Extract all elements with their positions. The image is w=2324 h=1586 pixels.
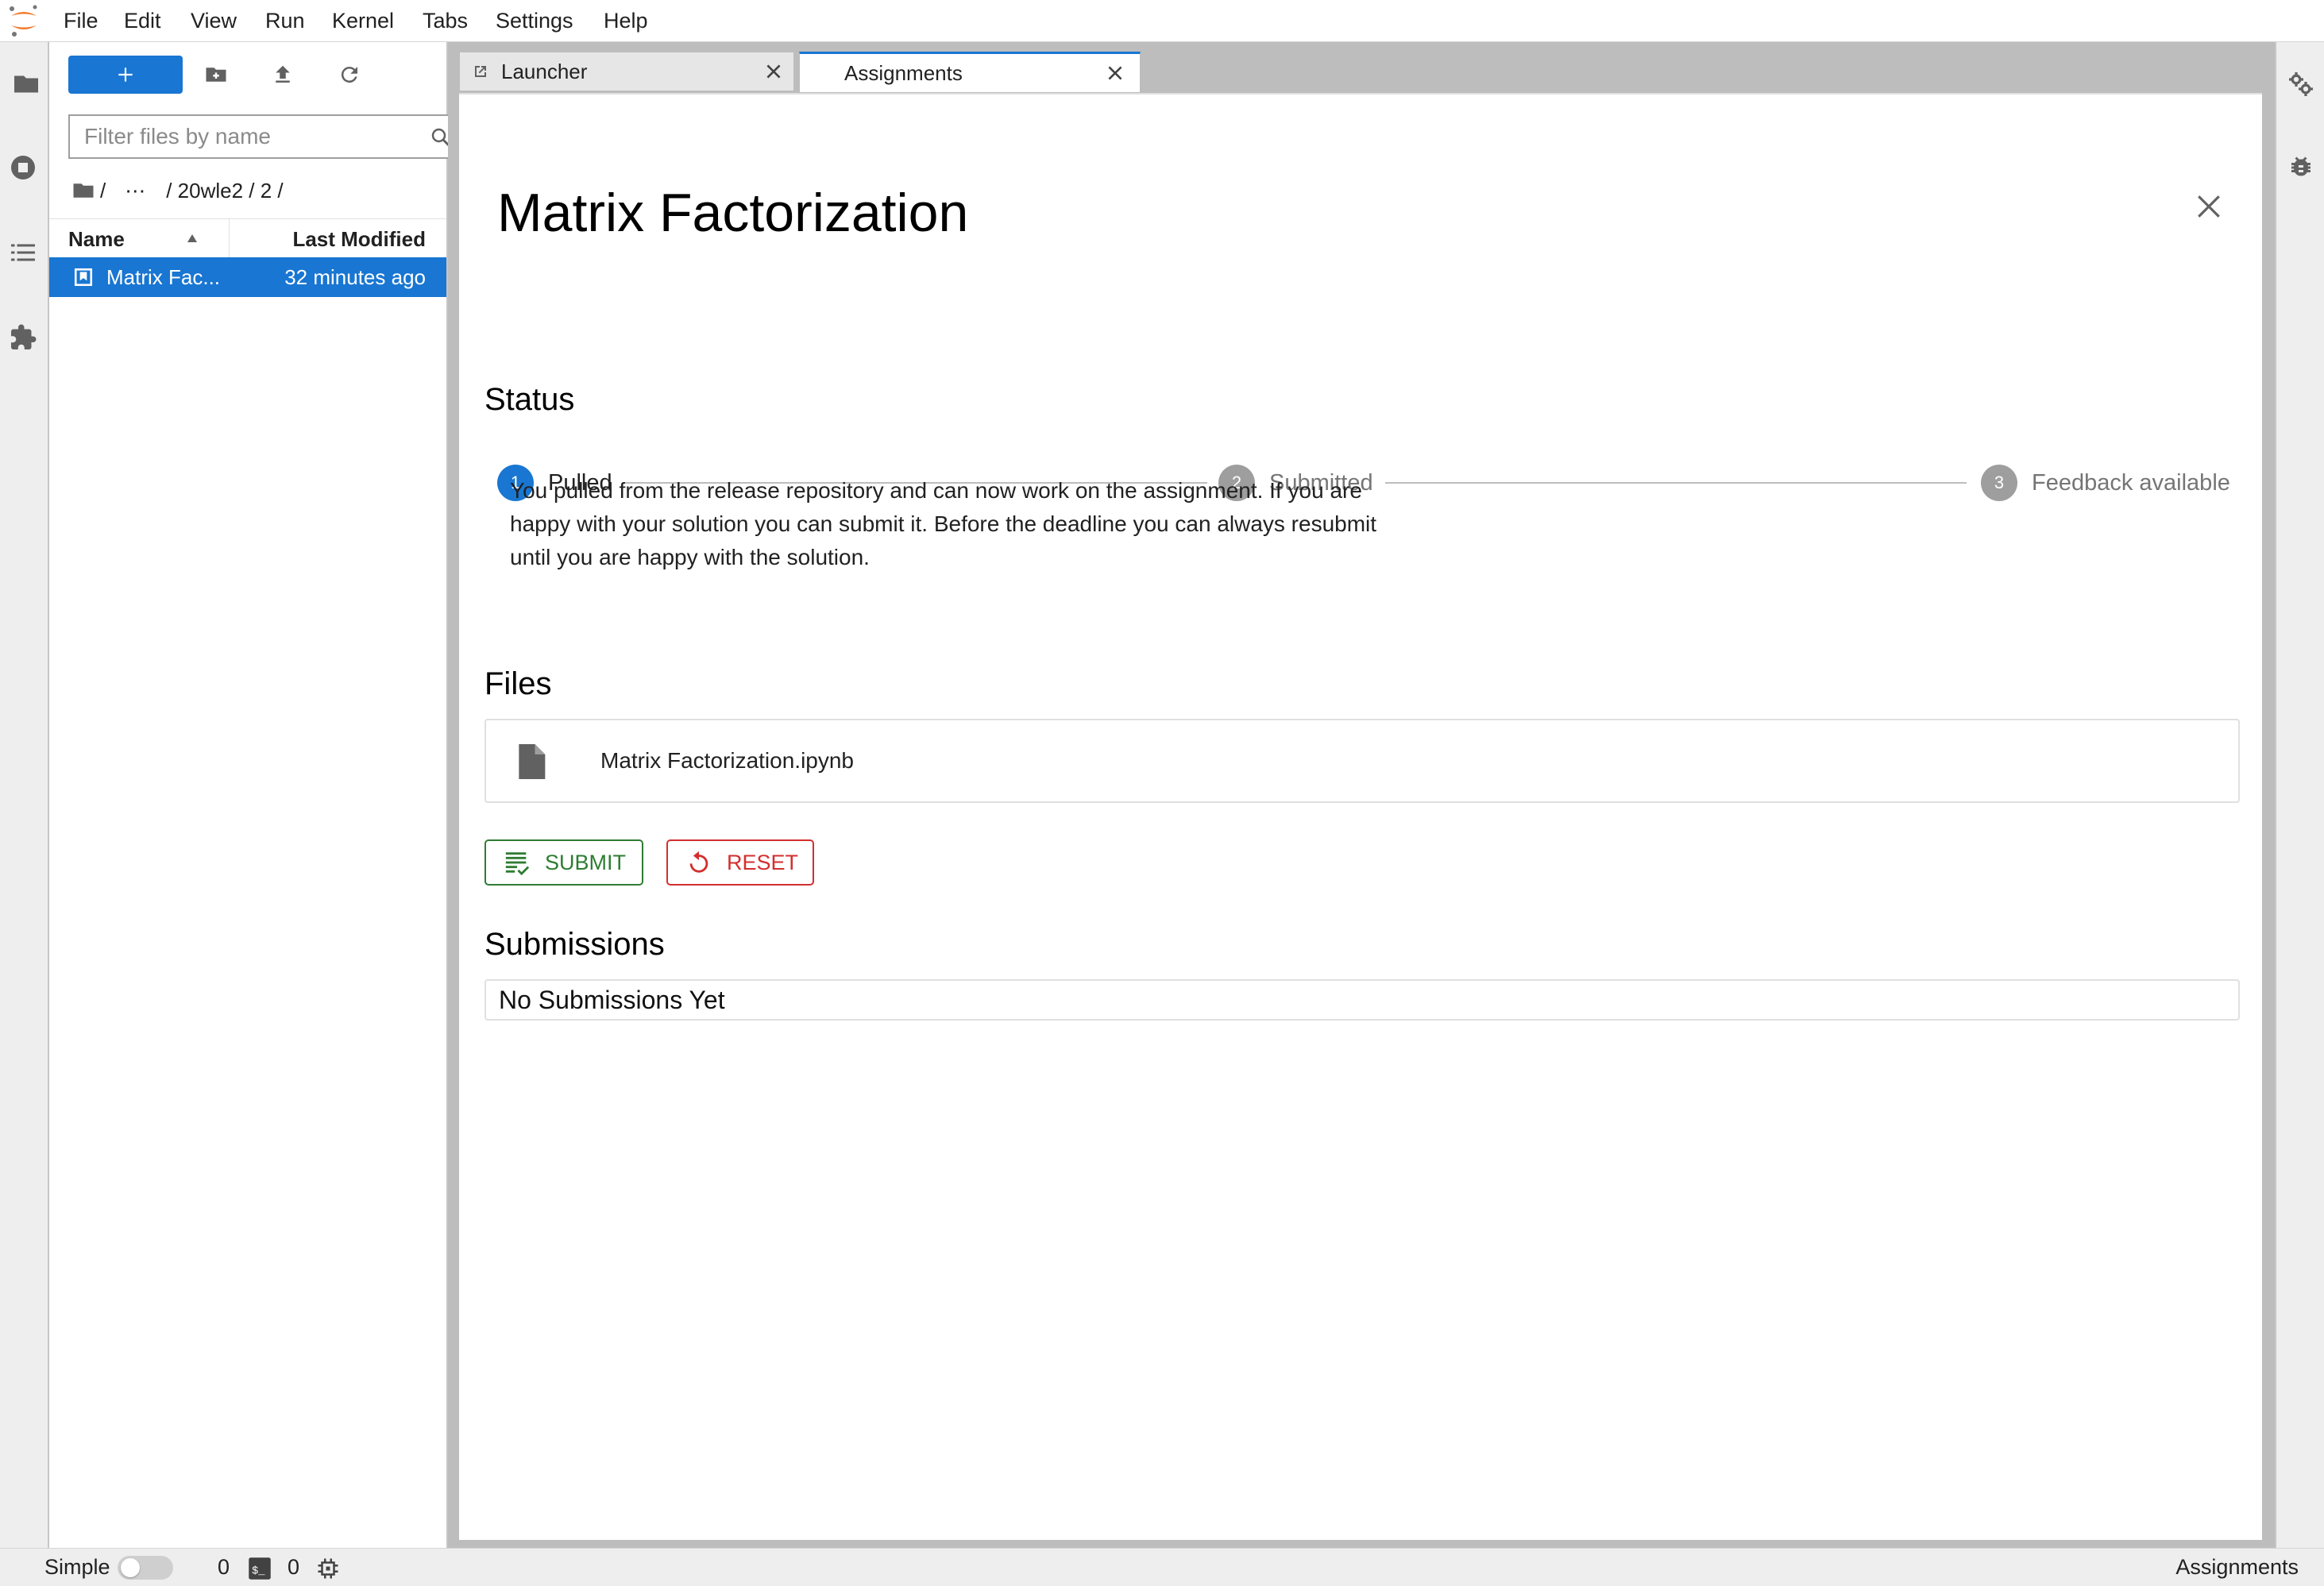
file-item-name: Matrix Factorization.ipynb [600,748,855,773]
file-name: Matrix Fac... [106,265,221,289]
reset-icon [689,851,708,873]
file-last-modified: 32 minutes ago [284,265,426,289]
menu-view[interactable]: View [191,0,237,41]
folder-icon [14,75,38,93]
menu-bar: File Edit View Run Kernel Tabs Settings … [0,0,2324,42]
menu-edit[interactable]: Edit [124,0,161,41]
reset-label: RESET [727,850,799,874]
tab-bar: Launcher Assignments [448,42,2275,93]
debugger-bug-icon [2291,156,2310,176]
step-3-indicator: 3 [1981,465,2017,501]
status-description: You pulled from the release repository a… [510,478,1377,569]
svg-text:$_: $_ [252,1565,265,1577]
close-icon[interactable] [763,61,784,82]
extension-manager-tab[interactable] [0,312,46,363]
launch-icon [475,66,486,77]
step-3-label: Feedback available [2032,470,2230,496]
breadcrumb-root[interactable]: / [100,179,106,203]
upload-icon [276,65,290,83]
menu-settings[interactable]: Settings [496,0,573,41]
file-browser-tab[interactable] [0,59,49,110]
file-browser-panel: / ⋯ / 20wle2 / 2 / Name Last Modified Ma… [49,42,464,1548]
filter-box [68,114,464,159]
breadcrumb-ellipsis[interactable]: ⋯ [125,179,147,203]
jupyter-logo-icon[interactable] [6,3,41,38]
submissions-list: No Submissions Yet [484,979,2240,1021]
close-icon[interactable] [1105,63,1125,83]
tab-assignments-label: Assignments [844,61,963,85]
extension-puzzle-icon [11,324,37,349]
tab-assignments[interactable]: Assignments [799,52,1141,93]
menu-kernel[interactable]: Kernel [332,0,394,41]
new-launcher-button[interactable] [68,56,183,94]
submissions-heading: Submissions [484,927,665,962]
right-sidebar [2275,42,2324,1548]
breadcrumb: / ⋯ / 20wle2 / 2 / [71,175,284,206]
page-title: Matrix Factorization [497,183,969,243]
plus-icon [118,68,133,82]
tab-launcher-label: Launcher [501,60,588,83]
notebook-icon [74,268,93,287]
upload-button[interactable] [262,55,303,95]
sort-ascending-icon [187,234,197,242]
toc-list-icon [11,244,35,261]
simple-mode-toggle[interactable] [118,1556,173,1580]
current-activity-label: Assignments [2175,1555,2299,1579]
assignment-panel: Matrix Factorization Status 1 Pulled 2 S… [459,93,2262,1540]
files-heading: Files [484,666,552,701]
property-inspector-tab[interactable] [2278,59,2324,110]
refresh-icon [341,67,357,83]
close-icon[interactable] [2195,193,2222,220]
simple-mode-label: Simple [44,1555,110,1579]
breadcrumb-path[interactable]: / 20wle2 / 2 / [166,179,283,203]
menu-help[interactable]: Help [604,0,648,41]
main-dock-area: Launcher Assignments Matrix Factorizatio… [448,42,2275,1548]
file-list-item[interactable]: Matrix Fac... 32 minutes ago [49,257,446,297]
kernel-chip-icon[interactable] [316,1557,340,1580]
terminal-icon[interactable]: $_ [248,1557,272,1580]
filter-files-input[interactable] [70,116,418,157]
column-divider[interactable] [229,219,230,258]
left-sidebar [0,42,49,1548]
tab-launcher[interactable]: Launcher [459,52,794,91]
step-connector [1385,482,1967,484]
menu-file[interactable]: File [64,0,98,41]
status-heading: Status [484,382,575,417]
column-last-modified-header[interactable]: Last Modified [292,219,426,258]
status-bar: Simple 0 $_ 0 Assignments [0,1548,2324,1586]
debugger-tab[interactable] [2278,142,2324,193]
new-folder-icon [206,68,226,82]
file-icon [519,744,546,779]
menu-tabs[interactable]: Tabs [423,0,468,41]
terminals-count[interactable]: 0 [218,1549,230,1586]
table-of-contents-tab[interactable] [0,227,46,278]
submit-checklist-icon [505,852,530,876]
refresh-button[interactable] [329,55,370,95]
home-folder-icon[interactable] [71,179,95,203]
file-listing-header: Name Last Modified [49,218,446,259]
no-submissions-text: No Submissions Yet [499,986,725,1014]
submit-label: SUBMIT [545,850,627,874]
file-item[interactable]: Matrix Factorization.ipynb [484,719,2240,803]
submit-button[interactable]: SUBMIT [484,839,643,886]
new-folder-button[interactable] [195,55,237,95]
running-sessions-tab[interactable] [0,142,46,193]
reset-button[interactable]: RESET [666,839,814,886]
menu-run[interactable]: Run [265,0,305,41]
column-name-header[interactable]: Name [68,219,275,258]
running-stop-icon [11,156,35,179]
kernels-count[interactable]: 0 [288,1549,299,1586]
property-inspector-gears-icon [2289,72,2313,96]
